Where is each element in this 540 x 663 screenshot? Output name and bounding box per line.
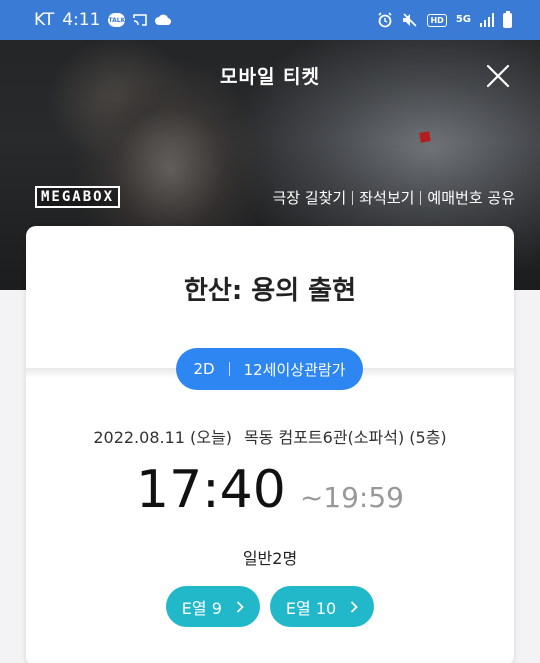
status-bar: KT 4:11 TALK HD 5G [0,0,540,40]
seat-chip[interactable]: E열 9 [165,586,260,627]
clock: 4:11 [62,10,101,30]
audience-count: 일반2명 [242,549,298,568]
carrier-label: KT [34,10,55,30]
directions-link[interactable]: 극장 길찾기 [272,187,346,208]
cast-icon [133,14,148,26]
five-g-icon: 5G [455,14,471,25]
megabox-logo: MEGABOX [35,186,121,208]
end-time: ~19:59 [299,481,404,514]
start-time: 17:40 [135,460,286,520]
close-button[interactable] [486,64,510,88]
hero-links: 극장 길찾기 좌석보기 예매번호 공유 [272,187,515,208]
badge-divider [228,362,230,376]
hero-decor [419,131,431,143]
rating-label: 12세이상관람가 [243,360,346,379]
battery-icon [503,10,512,28]
show-time: 17:40 ~19:59 [26,460,514,520]
movie-title: 한산: 용의 출현 [183,276,357,306]
link-divider [420,190,422,205]
chevron-right-icon [350,600,358,613]
share-booking-link[interactable]: 예매번호 공유 [427,187,515,208]
alarm-icon [377,12,393,28]
showing-info: 2022.08.11 (오늘) 목동 컴포트6관(소파석) (5층) [26,424,514,448]
link-divider [352,190,354,205]
format-label: 2D [193,360,215,378]
show-date: 2022.08.11 (오늘) [93,428,232,447]
close-icon [486,64,510,88]
page-title: 모바일 티켓 [219,66,320,88]
ticket-header: 한산: 용의 출현 [26,226,514,368]
status-left: KT 4:11 TALK [34,10,172,30]
seat-label: E열 9 [181,598,222,618]
seat-view-link[interactable]: 좌석보기 [359,187,414,208]
kakaotalk-icon: TALK [108,13,126,27]
seat-label: E열 10 [285,598,337,618]
chevron-right-icon [236,600,244,613]
cloud-icon [155,14,172,26]
talk-label: TALK [108,13,126,27]
signal-icon [480,13,494,27]
status-right: HD 5G [377,10,512,28]
theater-name: 목동 컴포트6관(소파석) (5층) [243,428,447,447]
seat-list: E열 9 E열 10 [26,586,514,627]
hd-voice-icon: HD [427,13,447,27]
format-rating-badge: 2D 12세이상관람가 [176,348,363,390]
seat-chip[interactable]: E열 10 [269,586,375,627]
mute-icon [402,13,418,27]
ticket-card: 한산: 용의 출현 2D 12세이상관람가 2022.08.11 (오늘) 목동 … [26,226,514,663]
